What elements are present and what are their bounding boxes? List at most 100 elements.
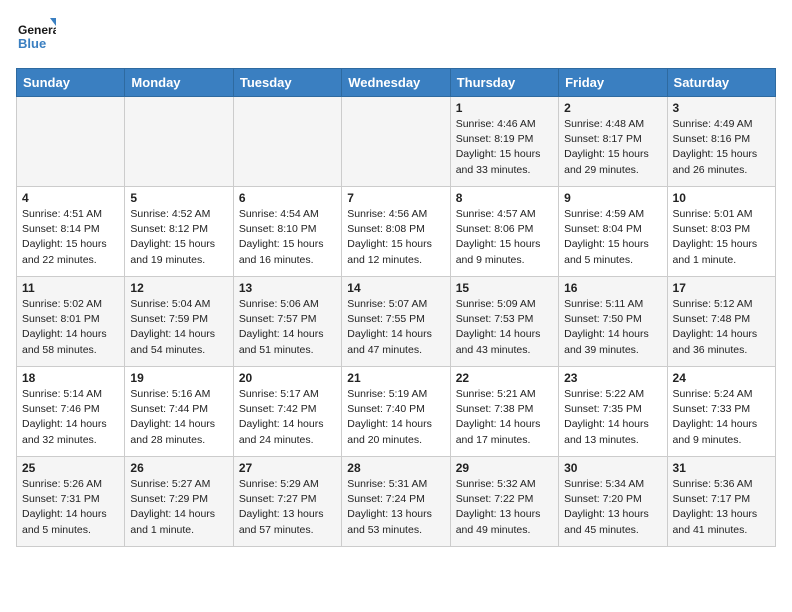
weekday-header-wednesday: Wednesday [342, 69, 450, 97]
day-number: 7 [347, 191, 444, 205]
calendar-cell: 6 Sunrise: 4:54 AM Sunset: 8:10 PM Daylig… [233, 187, 341, 277]
calendar-cell: 13 Sunrise: 5:06 AM Sunset: 7:57 PM Dayli… [233, 277, 341, 367]
svg-text:Blue: Blue [18, 36, 46, 51]
day-info: Sunrise: 5:22 AM Sunset: 7:35 PM Dayligh… [564, 387, 661, 448]
day-info: Sunrise: 5:34 AM Sunset: 7:20 PM Dayligh… [564, 477, 661, 538]
day-info: Sunrise: 5:31 AM Sunset: 7:24 PM Dayligh… [347, 477, 444, 538]
day-info: Sunrise: 5:01 AM Sunset: 8:03 PM Dayligh… [673, 207, 770, 268]
day-number: 22 [456, 371, 553, 385]
calendar-cell: 16 Sunrise: 5:11 AM Sunset: 7:50 PM Dayli… [559, 277, 667, 367]
day-number: 18 [22, 371, 119, 385]
day-info: Sunrise: 5:06 AM Sunset: 7:57 PM Dayligh… [239, 297, 336, 358]
calendar-cell [233, 97, 341, 187]
day-number: 28 [347, 461, 444, 475]
day-number: 1 [456, 101, 553, 115]
calendar-cell: 12Sunrise: 5:04 AM Sunset: 7:59 PM Dayli… [125, 277, 233, 367]
calendar-cell: 8Sunrise: 4:57 AM Sunset: 8:06 PM Daylig… [450, 187, 558, 277]
day-number: 19 [130, 371, 227, 385]
weekday-header-sunday: Sunday [17, 69, 125, 97]
day-number: 27 [239, 461, 336, 475]
day-info: Sunrise: 5:17 AM Sunset: 7:42 PM Dayligh… [239, 387, 336, 448]
day-number: 13 [239, 281, 336, 295]
calendar-cell: 11Sunrise: 5:02 AM Sunset: 8:01 PM Dayli… [17, 277, 125, 367]
day-number: 5 [130, 191, 227, 205]
day-info: Sunrise: 5:16 AM Sunset: 7:44 PM Dayligh… [130, 387, 227, 448]
calendar-cell [17, 97, 125, 187]
day-number: 12 [130, 281, 227, 295]
day-info: Sunrise: 4:52 AM Sunset: 8:12 PM Dayligh… [130, 207, 227, 268]
day-number: 10 [673, 191, 770, 205]
day-info: Sunrise: 5:09 AM Sunset: 7:53 PM Dayligh… [456, 297, 553, 358]
calendar-cell: 21 Sunrise: 5:19 AM Sunset: 7:40 PM Dayli… [342, 367, 450, 457]
day-info: Sunrise: 5:19 AM Sunset: 7:40 PM Dayligh… [347, 387, 444, 448]
calendar-cell: 24Sunrise: 5:24 AM Sunset: 7:33 PM Dayli… [667, 367, 775, 457]
calendar-cell: 10 Sunrise: 5:01 AM Sunset: 8:03 PM Dayli… [667, 187, 775, 277]
day-number: 21 [347, 371, 444, 385]
weekday-header-thursday: Thursday [450, 69, 558, 97]
week-row-5: 25 Sunrise: 5:26 AM Sunset: 7:31 PM Dayli… [17, 457, 776, 547]
logo: General Blue [16, 16, 56, 56]
calendar-cell: 28 Sunrise: 5:31 AM Sunset: 7:24 PM Dayli… [342, 457, 450, 547]
day-info: Sunrise: 4:46 AM Sunset: 8:19 PM Dayligh… [456, 117, 553, 178]
day-number: 24 [673, 371, 770, 385]
day-number: 2 [564, 101, 661, 115]
calendar-cell: 7 Sunrise: 4:56 AM Sunset: 8:08 PM Daylig… [342, 187, 450, 277]
day-info: Sunrise: 5:11 AM Sunset: 7:50 PM Dayligh… [564, 297, 661, 358]
calendar-cell: 5 Sunrise: 4:52 AM Sunset: 8:12 PM Daylig… [125, 187, 233, 277]
calendar-table: SundayMondayTuesdayWednesdayThursdayFrid… [16, 68, 776, 547]
day-number: 3 [673, 101, 770, 115]
day-number: 25 [22, 461, 119, 475]
weekday-header-tuesday: Tuesday [233, 69, 341, 97]
day-number: 23 [564, 371, 661, 385]
day-info: Sunrise: 5:02 AM Sunset: 8:01 PM Dayligh… [22, 297, 119, 358]
day-number: 20 [239, 371, 336, 385]
day-info: Sunrise: 4:49 AM Sunset: 8:16 PM Dayligh… [673, 117, 770, 178]
day-info: Sunrise: 5:12 AM Sunset: 7:48 PM Dayligh… [673, 297, 770, 358]
day-number: 29 [456, 461, 553, 475]
day-info: Sunrise: 4:51 AM Sunset: 8:14 PM Dayligh… [22, 207, 119, 268]
day-number: 6 [239, 191, 336, 205]
week-row-4: 18 Sunrise: 5:14 AM Sunset: 7:46 PM Dayli… [17, 367, 776, 457]
calendar-cell: 25 Sunrise: 5:26 AM Sunset: 7:31 PM Dayli… [17, 457, 125, 547]
week-row-1: 1 Sunrise: 4:46 AM Sunset: 8:19 PM Daylig… [17, 97, 776, 187]
day-number: 14 [347, 281, 444, 295]
day-info: Sunrise: 5:26 AM Sunset: 7:31 PM Dayligh… [22, 477, 119, 538]
calendar-cell [125, 97, 233, 187]
calendar-cell: 2 Sunrise: 4:48 AM Sunset: 8:17 PM Daylig… [559, 97, 667, 187]
calendar-cell: 20 Sunrise: 5:17 AM Sunset: 7:42 PM Dayli… [233, 367, 341, 457]
weekday-header-saturday: Saturday [667, 69, 775, 97]
day-info: Sunrise: 5:36 AM Sunset: 7:17 PM Dayligh… [673, 477, 770, 538]
day-number: 17 [673, 281, 770, 295]
day-info: Sunrise: 4:48 AM Sunset: 8:17 PM Dayligh… [564, 117, 661, 178]
svg-text:General: General [18, 23, 56, 37]
calendar-cell: 15Sunrise: 5:09 AM Sunset: 7:53 PM Dayli… [450, 277, 558, 367]
day-info: Sunrise: 4:56 AM Sunset: 8:08 PM Dayligh… [347, 207, 444, 268]
day-info: Sunrise: 5:14 AM Sunset: 7:46 PM Dayligh… [22, 387, 119, 448]
week-row-2: 4 Sunrise: 4:51 AM Sunset: 8:14 PM Daylig… [17, 187, 776, 277]
day-number: 8 [456, 191, 553, 205]
calendar-cell: 27Sunrise: 5:29 AM Sunset: 7:27 PM Dayli… [233, 457, 341, 547]
calendar-cell: 18 Sunrise: 5:14 AM Sunset: 7:46 PM Dayli… [17, 367, 125, 457]
day-number: 16 [564, 281, 661, 295]
calendar-cell: 22 Sunrise: 5:21 AM Sunset: 7:38 PM Dayli… [450, 367, 558, 457]
logo-svg: General Blue [16, 16, 56, 56]
day-info: Sunrise: 4:54 AM Sunset: 8:10 PM Dayligh… [239, 207, 336, 268]
day-info: Sunrise: 5:07 AM Sunset: 7:55 PM Dayligh… [347, 297, 444, 358]
day-info: Sunrise: 5:21 AM Sunset: 7:38 PM Dayligh… [456, 387, 553, 448]
calendar-cell: 31 Sunrise: 5:36 AM Sunset: 7:17 PM Dayli… [667, 457, 775, 547]
day-number: 31 [673, 461, 770, 475]
week-row-3: 11Sunrise: 5:02 AM Sunset: 8:01 PM Dayli… [17, 277, 776, 367]
day-number: 9 [564, 191, 661, 205]
day-info: Sunrise: 5:27 AM Sunset: 7:29 PM Dayligh… [130, 477, 227, 538]
page-header: General Blue [16, 16, 776, 56]
calendar-cell: 1 Sunrise: 4:46 AM Sunset: 8:19 PM Daylig… [450, 97, 558, 187]
weekday-header-friday: Friday [559, 69, 667, 97]
calendar-cell [342, 97, 450, 187]
calendar-cell: 17 Sunrise: 5:12 AM Sunset: 7:48 PM Dayli… [667, 277, 775, 367]
calendar-cell: 14 Sunrise: 5:07 AM Sunset: 7:55 PM Dayli… [342, 277, 450, 367]
calendar-cell: 3 Sunrise: 4:49 AM Sunset: 8:16 PM Daylig… [667, 97, 775, 187]
day-number: 30 [564, 461, 661, 475]
calendar-cell: 30 Sunrise: 5:34 AM Sunset: 7:20 PM Dayli… [559, 457, 667, 547]
calendar-cell: 29Sunrise: 5:32 AM Sunset: 7:22 PM Dayli… [450, 457, 558, 547]
day-number: 4 [22, 191, 119, 205]
